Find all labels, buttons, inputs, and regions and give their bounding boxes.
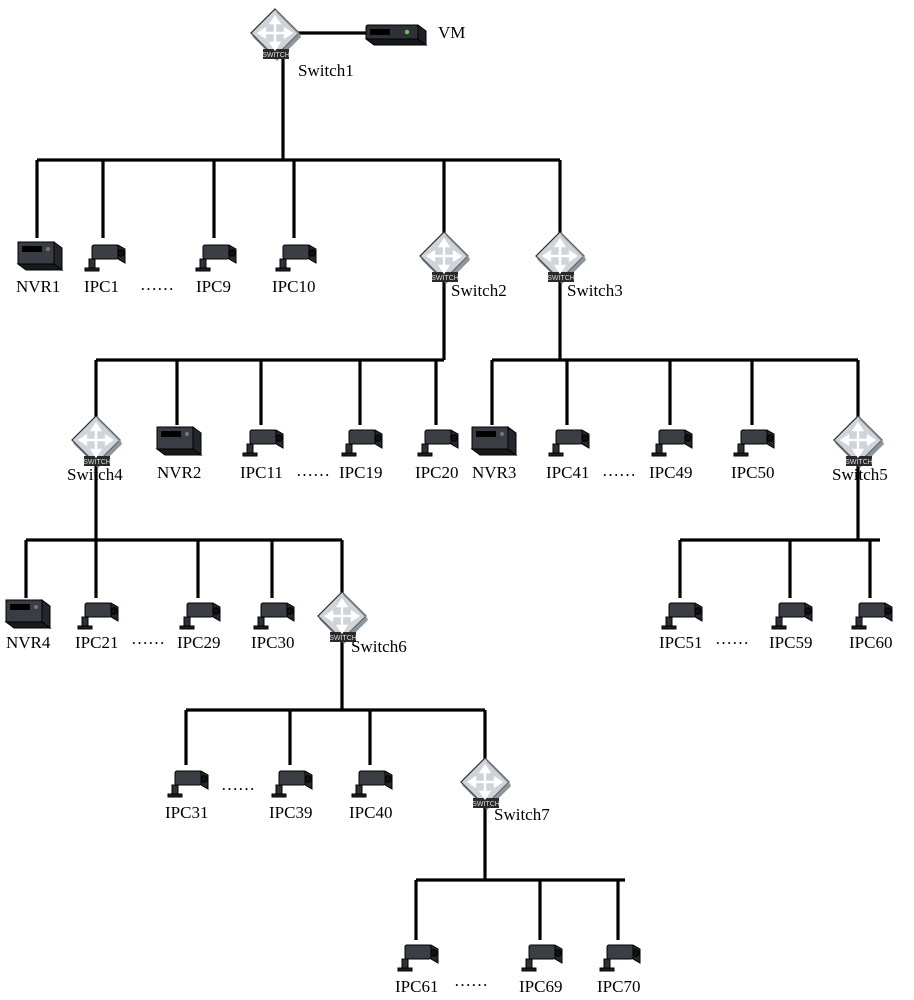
svg-text:IPC31: IPC31 bbox=[165, 803, 208, 822]
switch6: Switch6 bbox=[318, 592, 407, 656]
switch4: Switch4 bbox=[67, 416, 123, 484]
svg-text:IPC30: IPC30 bbox=[251, 633, 294, 652]
svg-text:IPC50: IPC50 bbox=[731, 463, 774, 482]
ellipsis-icon: …… bbox=[221, 775, 255, 794]
svg-text:IPC61: IPC61 bbox=[395, 977, 438, 996]
ipc41: IPC41 bbox=[546, 430, 589, 482]
ipc39: IPC39 bbox=[269, 771, 312, 822]
svg-text:IPC69: IPC69 bbox=[519, 977, 562, 996]
nvr4: NVR4 bbox=[6, 600, 51, 652]
ipc61: IPC61 bbox=[395, 945, 438, 996]
svg-text:Switch7: Switch7 bbox=[494, 805, 550, 824]
ipc19: IPC19 bbox=[339, 430, 382, 482]
svg-text:NVR1: NVR1 bbox=[16, 277, 60, 296]
switch7: Switch7 bbox=[461, 758, 550, 824]
ipc9: IPC9 bbox=[196, 245, 236, 296]
svg-text:NVR2: NVR2 bbox=[157, 463, 201, 482]
svg-text:IPC9: IPC9 bbox=[196, 277, 231, 296]
ipc31: IPC31 bbox=[165, 771, 208, 822]
svg-text:IPC10: IPC10 bbox=[272, 277, 315, 296]
svg-text:IPC59: IPC59 bbox=[769, 633, 812, 652]
svg-text:IPC40: IPC40 bbox=[349, 803, 392, 822]
vm-label: VM bbox=[438, 23, 465, 42]
switch2: Switch2 bbox=[420, 232, 507, 300]
ipc29: IPC29 bbox=[177, 603, 220, 652]
svg-text:IPC19: IPC19 bbox=[339, 463, 382, 482]
svg-text:IPC1: IPC1 bbox=[84, 277, 119, 296]
svg-text:IPC70: IPC70 bbox=[597, 977, 640, 996]
nvr3: NVR3 bbox=[472, 427, 516, 482]
ipc21: IPC21 bbox=[75, 603, 118, 652]
ellipsis-icon: …… bbox=[296, 461, 330, 480]
ipc20: IPC20 bbox=[415, 430, 458, 482]
ipc51: IPC51 bbox=[659, 603, 702, 652]
network-topology-diagram: SWITCH bbox=[0, 0, 914, 1000]
switch-label: Switch1 bbox=[298, 61, 354, 80]
svg-text:IPC41: IPC41 bbox=[546, 463, 589, 482]
vm: VM bbox=[366, 23, 465, 45]
ipc49: IPC49 bbox=[649, 430, 692, 482]
ipc11: IPC11 bbox=[240, 430, 283, 482]
switch5: Switch5 bbox=[832, 416, 888, 484]
svg-text:IPC20: IPC20 bbox=[415, 463, 458, 482]
nvr2: NVR2 bbox=[157, 427, 201, 482]
svg-text:IPC39: IPC39 bbox=[269, 803, 312, 822]
svg-text:IPC29: IPC29 bbox=[177, 633, 220, 652]
svg-text:Switch2: Switch2 bbox=[451, 281, 507, 300]
ipc10: IPC10 bbox=[272, 245, 316, 296]
switch1: Switch1 bbox=[251, 9, 354, 80]
ipc50: IPC50 bbox=[731, 430, 774, 482]
ipc59: IPC59 bbox=[769, 603, 812, 652]
ipc1: IPC1 bbox=[84, 245, 125, 296]
ellipsis-icon: …… bbox=[131, 629, 165, 648]
svg-text:NVR3: NVR3 bbox=[472, 463, 516, 482]
ipc40: IPC40 bbox=[349, 771, 392, 822]
svg-text:IPC51: IPC51 bbox=[659, 633, 702, 652]
ellipsis-icon: …… bbox=[454, 971, 488, 990]
svg-text:IPC60: IPC60 bbox=[849, 633, 892, 652]
svg-text:Switch6: Switch6 bbox=[351, 637, 407, 656]
svg-text:NVR4: NVR4 bbox=[6, 633, 51, 652]
ipc70: IPC70 bbox=[597, 945, 640, 996]
svg-text:IPC49: IPC49 bbox=[649, 463, 692, 482]
svg-text:IPC21: IPC21 bbox=[75, 633, 118, 652]
svg-text:Switch5: Switch5 bbox=[832, 465, 888, 484]
nvr1: NVR1 bbox=[16, 242, 62, 296]
switch3: Switch3 bbox=[536, 232, 623, 300]
svg-text:IPC11: IPC11 bbox=[240, 463, 283, 482]
ellipsis-icon: …… bbox=[140, 275, 174, 294]
ipc60: IPC60 bbox=[849, 603, 892, 652]
ellipsis-icon: …… bbox=[715, 629, 749, 648]
svg-text:Switch4: Switch4 bbox=[67, 465, 123, 484]
svg-text:Switch3: Switch3 bbox=[567, 281, 623, 300]
ellipsis-icon: …… bbox=[602, 461, 636, 480]
ipc30: IPC30 bbox=[251, 603, 294, 652]
ipc69: IPC69 bbox=[519, 945, 562, 996]
